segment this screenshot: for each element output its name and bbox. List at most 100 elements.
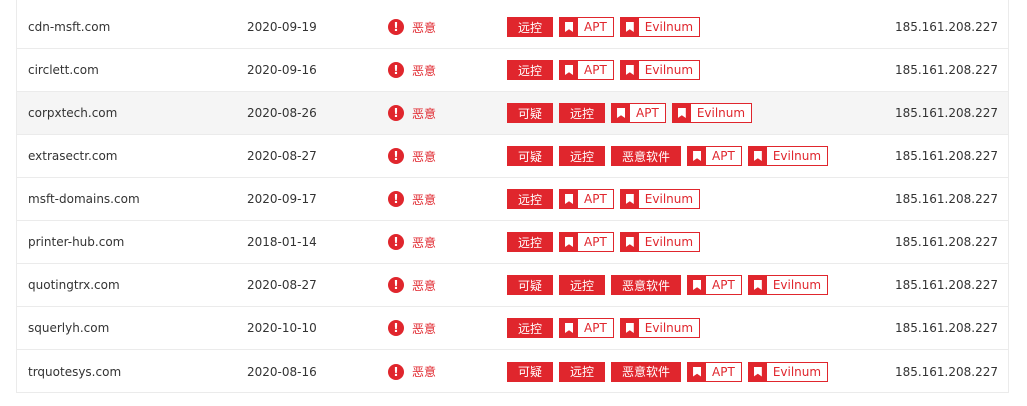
ip-cell[interactable]: 185.161.208.227 xyxy=(895,307,998,349)
domain-cell[interactable]: msft-domains.com xyxy=(28,178,140,220)
threat-label: 恶意 xyxy=(412,235,437,250)
bookmark-icon xyxy=(748,276,767,294)
group-tag-label: Evilnum xyxy=(644,192,694,206)
ip-cell[interactable]: 185.161.208.227 xyxy=(895,49,998,91)
table-row[interactable]: corpxtech.com 2020-08-26! 恶意 可疑 远控 APT Evilnum… xyxy=(17,92,1008,135)
table-row[interactable]: printer-hub.com 2018-01-14! 恶意 远控 APT Evilnum… xyxy=(17,221,1008,264)
bookmark-icon xyxy=(672,104,691,122)
group-tag-label: Evilnum xyxy=(644,321,694,335)
ip-cell[interactable]: 185.161.208.227 xyxy=(895,178,998,220)
group-tag[interactable]: APT xyxy=(559,189,614,209)
category-tag[interactable]: 远控 xyxy=(559,103,606,123)
group-tag[interactable]: APT xyxy=(687,146,742,166)
group-tag[interactable]: Evilnum xyxy=(619,60,701,80)
threat-level: ! 恶意 xyxy=(388,135,436,177)
date-cell: 2020-08-16 xyxy=(247,364,317,379)
exclamation-circle-icon: ! xyxy=(388,19,404,35)
group-tag[interactable]: Evilnum xyxy=(619,232,701,252)
group-tag-label: Evilnum xyxy=(772,278,822,292)
category-tag[interactable]: 远控 xyxy=(507,17,554,37)
category-tag[interactable]: 可疑 xyxy=(507,275,554,295)
group-tag[interactable]: Evilnum xyxy=(619,318,701,338)
threat-label: 恶意 xyxy=(412,149,437,164)
bookmark-icon xyxy=(620,61,639,79)
category-tag[interactable]: 恶意软件 xyxy=(611,361,682,382)
bookmark-icon xyxy=(560,18,579,36)
threat-level: ! 恶意 xyxy=(388,221,436,263)
domain-cell[interactable]: extrasectr.com xyxy=(28,135,117,177)
date-cell: 2020-09-17 xyxy=(247,192,317,206)
bookmark-icon xyxy=(620,18,639,36)
group-tag[interactable]: APT xyxy=(687,361,742,382)
threat-level: ! 恶意 xyxy=(388,92,436,134)
group-tag[interactable]: APT xyxy=(687,275,742,295)
table-row[interactable]: squerlyh.com 2020-10-10! 恶意 远控 APT Evilnum 185… xyxy=(17,307,1008,350)
threat-label: 恶意 xyxy=(412,278,437,293)
category-tag[interactable]: 恶意软件 xyxy=(611,275,682,295)
ip-cell[interactable]: 185.161.208.227 xyxy=(895,350,998,393)
domain-cell[interactable]: trquotesys.com xyxy=(28,350,121,393)
tag-list: 可疑 远控 恶意软件 APT Evilnum xyxy=(507,135,834,177)
category-tag[interactable]: 远控 xyxy=(559,361,606,382)
ip-cell[interactable]: 185.161.208.227 xyxy=(895,135,998,177)
threat-label: 恶意 xyxy=(412,106,437,121)
ip-cell[interactable]: 185.161.208.227 xyxy=(895,92,998,134)
table-row[interactable]: circlett.com 2020-09-16! 恶意 远控 APT Evilnum 185… xyxy=(17,49,1008,92)
domain-cell[interactable]: circlett.com xyxy=(28,49,99,91)
exclamation-circle-icon: ! xyxy=(388,320,404,336)
group-tag-label: Evilnum xyxy=(772,149,822,163)
table-row[interactable]: quotingtrx.com 2020-08-27! 恶意 可疑 远控 恶意软件 APT Ev… xyxy=(17,264,1008,307)
category-tag[interactable]: 可疑 xyxy=(507,146,554,166)
group-tag[interactable]: Evilnum xyxy=(619,17,701,37)
category-tag[interactable]: 远控 xyxy=(559,146,606,166)
group-tag[interactable]: Evilnum xyxy=(671,103,753,123)
category-tag[interactable]: 恶意软件 xyxy=(611,146,682,166)
category-tag[interactable]: 远控 xyxy=(559,275,606,295)
table-row[interactable]: msft-domains.com 2020-09-17 ! 恶意 远控 APT Evilnu… xyxy=(17,178,1008,221)
table-row[interactable]: extrasectr.com 2020-08-27! 恶意 可疑 远控 恶意软件 APT Ev… xyxy=(17,135,1008,178)
group-tag[interactable]: Evilnum xyxy=(747,146,829,166)
group-tag-label: APT xyxy=(584,63,607,77)
category-tag[interactable]: 可疑 xyxy=(507,103,554,123)
group-tag[interactable]: Evilnum xyxy=(747,275,829,295)
table-row[interactable]: trquotesys.com 2020-08-16! 恶意 可疑 远控 恶意软件 APT Ev… xyxy=(17,350,1008,393)
bookmark-icon xyxy=(560,233,579,251)
exclamation-circle-icon: ! xyxy=(388,191,404,207)
threat-label: 恶意 xyxy=(412,63,437,78)
ip-cell[interactable]: 185.161.208.227 xyxy=(895,221,998,263)
group-tag[interactable]: Evilnum xyxy=(619,189,701,209)
group-tag[interactable]: APT xyxy=(559,318,614,338)
domain-cell[interactable]: printer-hub.com xyxy=(28,221,124,263)
category-tag[interactable]: 远控 xyxy=(507,60,554,80)
threat-level: ! 恶意 xyxy=(388,307,436,349)
group-tag[interactable]: APT xyxy=(559,232,614,252)
ip-cell[interactable]: 185.161.208.227 xyxy=(895,264,998,306)
exclamation-circle-icon: ! xyxy=(388,62,404,78)
domain-cell[interactable]: quotingtrx.com xyxy=(28,264,120,306)
ip-cell[interactable]: 185.161.208.227 xyxy=(895,6,998,48)
table-row[interactable]: cdn-msft.com 2020-09-19! 恶意 远控 APT Evilnum 185… xyxy=(17,0,1008,49)
group-tag[interactable]: APT xyxy=(559,60,614,80)
bookmark-icon xyxy=(748,362,767,381)
group-tag[interactable]: APT xyxy=(611,103,666,123)
bookmark-icon xyxy=(688,362,707,381)
category-tag[interactable]: 远控 xyxy=(507,189,554,209)
group-tag-label: Evilnum xyxy=(644,63,694,77)
threat-label: 恶意 xyxy=(412,20,437,35)
bookmark-icon xyxy=(560,319,579,337)
tag-list: 远控 APT Evilnum xyxy=(507,178,706,220)
category-tag[interactable]: 可疑 xyxy=(507,361,554,382)
group-tag[interactable]: Evilnum xyxy=(747,361,829,382)
group-tag-label: APT xyxy=(712,278,735,292)
domain-cell[interactable]: corpxtech.com xyxy=(28,92,117,134)
tag-list: 远控 APT Evilnum xyxy=(507,6,706,48)
bookmark-icon xyxy=(560,190,579,208)
category-tag[interactable]: 远控 xyxy=(507,232,554,252)
category-tag[interactable]: 远控 xyxy=(507,318,554,338)
group-tag[interactable]: APT xyxy=(559,17,614,37)
threat-level: ! 恶意 xyxy=(388,264,436,306)
domain-cell[interactable]: cdn-msft.com xyxy=(28,6,110,48)
group-tag-label: APT xyxy=(584,235,607,249)
domain-cell[interactable]: squerlyh.com xyxy=(28,307,109,349)
threat-level: ! 恶意 xyxy=(388,178,436,220)
